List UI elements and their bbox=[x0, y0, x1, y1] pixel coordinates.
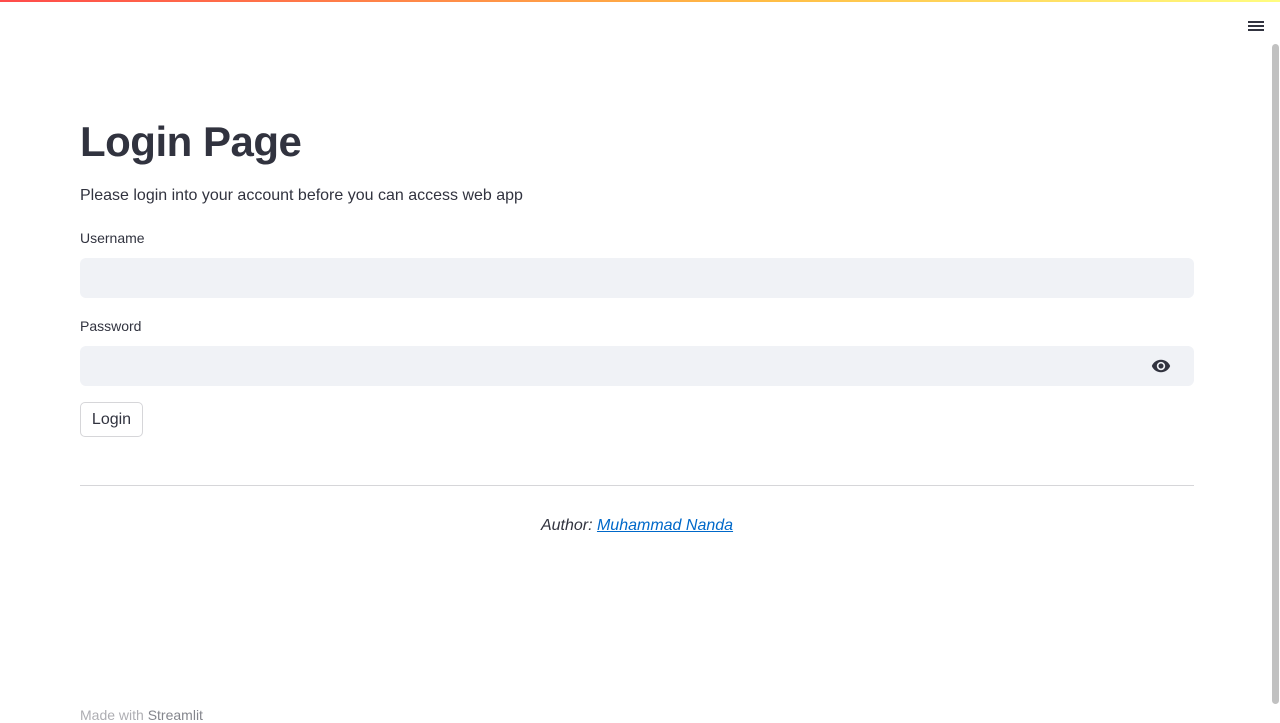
horizontal-divider bbox=[80, 485, 1194, 486]
password-input[interactable] bbox=[80, 346, 1194, 386]
hamburger-menu-icon[interactable] bbox=[1244, 14, 1268, 38]
login-button[interactable]: Login bbox=[80, 402, 143, 437]
password-label: Password bbox=[80, 318, 142, 334]
username-field-container bbox=[80, 258, 1194, 298]
eye-icon[interactable] bbox=[1151, 356, 1171, 376]
top-decoration-bar bbox=[0, 0, 1280, 2]
author-line: Author: Muhammad Nanda bbox=[80, 517, 1194, 535]
password-field-container bbox=[80, 346, 1194, 386]
username-input[interactable] bbox=[80, 258, 1194, 298]
footer-made-with: Made with bbox=[80, 707, 148, 723]
author-prefix: Author: bbox=[540, 517, 597, 534]
footer-brand-link[interactable]: Streamlit bbox=[148, 707, 203, 723]
author-link[interactable]: Muhammad Nanda bbox=[597, 517, 733, 534]
vertical-scrollbar[interactable] bbox=[1272, 44, 1279, 704]
page-subtitle: Please login into your account before yo… bbox=[80, 187, 523, 204]
footer: Made with Streamlit bbox=[80, 707, 203, 723]
username-label: Username bbox=[80, 230, 145, 246]
page-title: Login Page bbox=[80, 118, 302, 165]
